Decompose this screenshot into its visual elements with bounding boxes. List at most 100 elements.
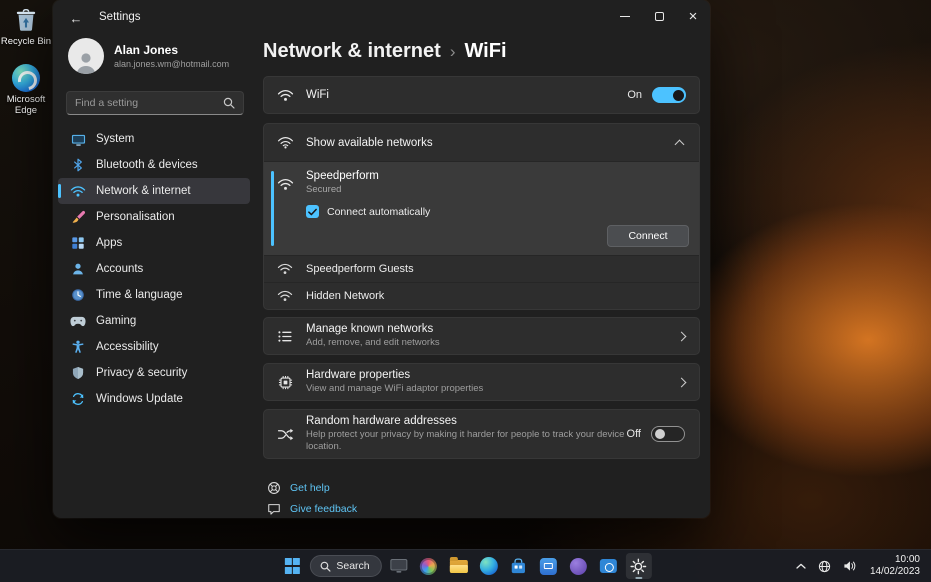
link-label: Get help — [290, 482, 330, 494]
sidebar-item-label: System — [96, 133, 134, 145]
taskbar-search[interactable]: Search — [309, 555, 381, 577]
toggle-knob — [655, 429, 665, 439]
get-help-link[interactable]: Get help — [267, 477, 700, 498]
network-item-hidden-network[interactable]: Hidden Network — [264, 282, 699, 309]
privacy-security-icon — [70, 366, 86, 380]
tray-overflow-button[interactable] — [791, 554, 811, 578]
app-icon-purple — [570, 558, 587, 575]
minimize-icon — [620, 16, 630, 17]
file-explorer-icon — [450, 560, 468, 573]
back-button[interactable]: ← — [61, 5, 91, 31]
connect-button[interactable]: Connect — [607, 225, 689, 247]
camera-button[interactable] — [596, 553, 622, 579]
selection-indicator — [271, 171, 274, 246]
user-profile[interactable]: Alan Jones alan.jones.wm@hotmail.com — [68, 38, 229, 74]
avatar — [68, 38, 104, 74]
photos-button[interactable] — [416, 553, 442, 579]
edge-button[interactable] — [476, 553, 502, 579]
chevron-right-icon — [677, 377, 687, 387]
person-icon — [73, 50, 99, 74]
mail-icon — [540, 558, 557, 575]
close-button[interactable]: × — [676, 0, 710, 32]
show-available-networks-header[interactable]: Show available networks — [264, 124, 699, 161]
breadcrumb: Network & internet › WiFi — [263, 36, 700, 66]
desktop: Recycle Bin Microsoft Edge ← Settings × — [0, 0, 931, 582]
row-title: Hardware properties — [306, 369, 678, 381]
sidebar-item-accessibility[interactable]: Accessibility — [58, 334, 250, 360]
search-icon — [319, 561, 330, 572]
sidebar-item-label: Accessibility — [96, 341, 159, 353]
connect-automatically-checkbox[interactable] — [306, 205, 319, 218]
sidebar-item-system[interactable]: System — [58, 126, 250, 152]
app-button-purple[interactable] — [566, 553, 592, 579]
network-tray-button[interactable] — [813, 554, 836, 578]
settings-taskbar-button[interactable] — [626, 553, 652, 579]
taskbar-search-label: Search — [336, 560, 369, 572]
network-name: Speedperform — [306, 170, 379, 182]
network-item-speedperform-guests[interactable]: Speedperform Guests — [264, 255, 699, 282]
sidebar-item-accounts[interactable]: Accounts — [58, 256, 250, 282]
random-hardware-toggle[interactable] — [651, 426, 685, 442]
hardware-properties-row[interactable]: Hardware properties View and manage WiFi… — [263, 363, 700, 401]
desktop-icon-microsoft-edge[interactable]: Microsoft Edge — [0, 64, 52, 116]
random-hardware-state-label: Off — [627, 428, 641, 440]
settings-window: ← Settings × Alan Jones alan.jones.w — [53, 0, 710, 518]
system-tray: 10:00 14/02/2023 — [791, 550, 927, 582]
clock-time: 10:00 — [870, 554, 920, 566]
settings-icon — [630, 558, 647, 575]
edge-icon — [12, 64, 40, 92]
manage-known-networks-row[interactable]: Manage known networks Add, remove, and e… — [263, 317, 700, 355]
sidebar-item-label: Personalisation — [96, 211, 175, 223]
store-button[interactable] — [506, 553, 532, 579]
sidebar-item-network-internet[interactable]: Network & internet — [58, 178, 250, 204]
sidebar-item-personalisation[interactable]: Personalisation — [58, 204, 250, 230]
search-icon — [223, 97, 235, 109]
sidebar-item-time-language[interactable]: Time & language — [58, 282, 250, 308]
page-title: WiFi — [464, 40, 506, 63]
wifi-icon — [264, 263, 306, 275]
maximize-icon — [655, 12, 664, 21]
wifi-icon — [264, 290, 306, 302]
system-icon — [70, 132, 86, 147]
window-controls: × — [608, 0, 710, 32]
sidebar-item-label: Apps — [96, 237, 122, 249]
user-email: alan.jones.wm@hotmail.com — [114, 59, 229, 69]
list-icon — [264, 330, 306, 343]
available-networks-section: Show available networks Speedperform Sec… — [263, 123, 700, 310]
task-view-button[interactable] — [386, 553, 412, 579]
sidebar-item-apps[interactable]: Apps — [58, 230, 250, 256]
sidebar-item-windows-update[interactable]: Windows Update — [58, 386, 250, 412]
shuffle-icon — [264, 428, 306, 441]
taskbar-clock[interactable]: 10:00 14/02/2023 — [863, 554, 927, 578]
file-explorer-button[interactable] — [446, 553, 472, 579]
start-icon — [285, 558, 301, 574]
network-item-speedperform[interactable]: Speedperform Secured Connect automatical… — [264, 161, 699, 255]
camera-icon — [600, 559, 617, 573]
row-title: Random hardware addresses — [306, 415, 627, 427]
breadcrumb-parent[interactable]: Network & internet — [263, 40, 441, 63]
chip-icon — [264, 375, 306, 390]
windows-update-icon — [70, 392, 86, 406]
minimize-button[interactable] — [608, 0, 642, 32]
wifi-toggle[interactable] — [652, 87, 686, 103]
main-content: Network & internet › WiFi WiFi On — [263, 34, 700, 518]
search-input[interactable] — [75, 97, 223, 109]
volume-tray-button[interactable] — [838, 554, 861, 578]
task-view-icon — [390, 558, 408, 574]
give-feedback-link[interactable]: Give feedback — [267, 498, 700, 519]
mail-button[interactable] — [536, 553, 562, 579]
start-button[interactable] — [279, 553, 305, 579]
row-title: Manage known networks — [306, 323, 678, 335]
link-label: Give feedback — [290, 503, 357, 515]
network-security: Secured — [306, 184, 379, 195]
desktop-icon-recycle-bin[interactable]: Recycle Bin — [0, 6, 52, 47]
toggle-knob — [673, 90, 684, 101]
row-subtitle: Add, remove, and edit networks — [306, 337, 646, 349]
sidebar-item-privacy-security[interactable]: Privacy & security — [58, 360, 250, 386]
sidebar-item-bluetooth-devices[interactable]: Bluetooth & devices — [58, 152, 250, 178]
sidebar-item-gaming[interactable]: Gaming — [58, 308, 250, 334]
wifi-toggle-row: WiFi On — [263, 76, 700, 114]
maximize-button[interactable] — [642, 0, 676, 32]
search-box[interactable] — [66, 91, 244, 115]
network-name: Speedperform Guests — [306, 263, 414, 275]
